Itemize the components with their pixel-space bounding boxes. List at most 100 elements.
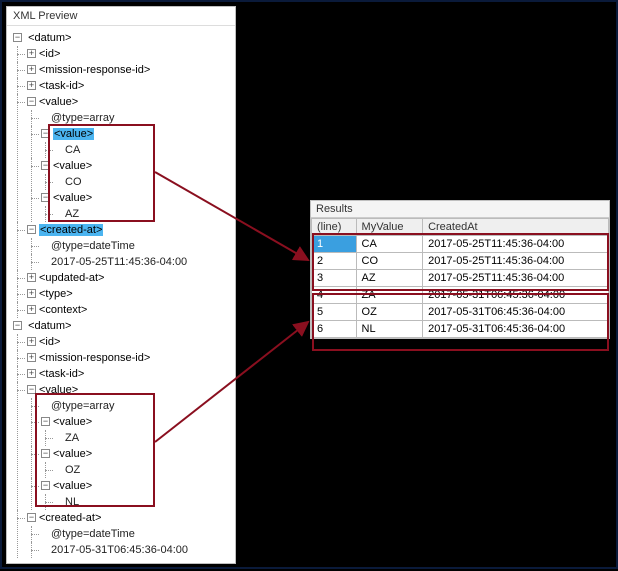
cell-myvalue: OZ — [356, 304, 423, 321]
tree-node-created-at[interactable]: <created-at> @type=dateTime 2017-05-31T0… — [27, 510, 233, 558]
tree-text[interactable]: OZ — [55, 462, 233, 478]
expand-icon[interactable] — [27, 353, 36, 362]
text-value: AZ — [55, 208, 79, 220]
text-value: CA — [55, 144, 80, 156]
cell-createdat: 2017-05-31T06:45:36-04:00 — [423, 304, 609, 321]
tree-node-value[interactable]: <value> @type=array <value> CA <value> C… — [27, 94, 233, 222]
tree-attr[interactable]: @type=dateTime — [41, 238, 233, 254]
cell-createdat: 2017-05-25T11:45:36-04:00 — [423, 236, 609, 253]
col-myvalue[interactable]: MyValue — [356, 219, 423, 236]
tree-text[interactable]: 2017-05-25T11:45:36-04:00 — [41, 254, 233, 270]
table-row[interactable]: 4 ZA 2017-05-31T06:45:36-04:00 — [312, 287, 609, 304]
tree-node-created-at[interactable]: <created-at> @type=dateTime 2017-05-25T1… — [27, 222, 233, 270]
tag-label: <datum> — [28, 320, 71, 332]
tree-text[interactable]: ZA — [55, 430, 233, 446]
tree-node-datum[interactable]: <datum> <id> <mission-response-id> <task… — [13, 318, 233, 558]
results-panel: Results (line) MyValue CreatedAt 1 CA 20… — [310, 200, 610, 339]
table-header-row: (line) MyValue CreatedAt — [312, 219, 609, 236]
collapse-icon[interactable] — [41, 449, 50, 458]
cell-createdat: 2017-05-25T11:45:36-04:00 — [423, 270, 609, 287]
table-row[interactable]: 2 CO 2017-05-25T11:45:36-04:00 — [312, 253, 609, 270]
collapse-icon[interactable] — [41, 481, 50, 490]
collapse-icon[interactable] — [27, 225, 36, 234]
text-value: CO — [55, 176, 82, 188]
table-row[interactable]: 1 CA 2017-05-25T11:45:36-04:00 — [312, 236, 609, 253]
tag-label-selected: <created-at> — [39, 224, 103, 236]
tree-node-id[interactable]: <id> — [27, 334, 233, 350]
tree-node-inner-value[interactable]: <value> AZ — [41, 190, 233, 222]
tree-text[interactable]: AZ — [55, 206, 233, 222]
collapse-icon[interactable] — [13, 33, 22, 42]
collapse-icon[interactable] — [41, 161, 50, 170]
tree-node-inner-value[interactable]: <value> OZ — [41, 446, 233, 478]
xml-tree[interactable]: <datum> <id> <mission-response-id> <task… — [7, 26, 235, 563]
tree-node-inner-value[interactable]: <value> CA — [41, 126, 233, 158]
tag-label: <value> — [53, 416, 92, 428]
tree-node-inner-value[interactable]: <value> ZA — [41, 414, 233, 446]
tag-label: <updated-at> — [39, 272, 104, 284]
tree-text[interactable]: CA — [55, 142, 233, 158]
tree-attr[interactable]: @type=dateTime — [41, 526, 233, 542]
col-line[interactable]: (line) — [312, 219, 357, 236]
tree-node-value[interactable]: <value> @type=array <value> ZA <value> O… — [27, 382, 233, 510]
tree-node-type[interactable]: <type> — [27, 286, 233, 302]
tree-attr[interactable]: @type=array — [41, 110, 233, 126]
col-createdat[interactable]: CreatedAt — [423, 219, 609, 236]
tree-node-inner-value[interactable]: <value> CO — [41, 158, 233, 190]
expand-icon[interactable] — [27, 81, 36, 90]
results-table[interactable]: (line) MyValue CreatedAt 1 CA 2017-05-25… — [311, 218, 609, 338]
tree-attr[interactable]: @type=array — [41, 398, 233, 414]
tag-label: <mission-response-id> — [39, 352, 150, 364]
xml-preview-panel: XML Preview <datum> <id> <mission-respon… — [6, 6, 236, 564]
expand-icon[interactable] — [27, 273, 36, 282]
tree-node-mission[interactable]: <mission-response-id> — [27, 350, 233, 366]
cell-myvalue: ZA — [356, 287, 423, 304]
collapse-icon[interactable] — [27, 97, 36, 106]
tree-node-task[interactable]: <task-id> — [27, 366, 233, 382]
tree-text[interactable]: CO — [55, 174, 233, 190]
collapse-icon[interactable] — [41, 417, 50, 426]
tree-text[interactable]: 2017-05-31T06:45:36-04:00 — [41, 542, 233, 558]
tree-node-mission[interactable]: <mission-response-id> — [27, 62, 233, 78]
expand-icon[interactable] — [27, 305, 36, 314]
expand-icon[interactable] — [27, 65, 36, 74]
cell-line: 3 — [312, 270, 357, 287]
tag-label: <value> — [39, 96, 78, 108]
expand-icon[interactable] — [27, 337, 36, 346]
tree-node-context[interactable]: <context> — [27, 302, 233, 318]
tag-label: <context> — [39, 304, 87, 316]
tag-label: <value> — [39, 384, 78, 396]
collapse-icon[interactable] — [27, 385, 36, 394]
text-value: OZ — [55, 464, 80, 476]
tag-label: <value> — [53, 160, 92, 172]
cell-line: 1 — [312, 236, 357, 253]
tree-text[interactable]: NL — [55, 494, 233, 510]
cell-line: 2 — [312, 253, 357, 270]
collapse-icon[interactable] — [41, 193, 50, 202]
attr-label: @type=dateTime — [41, 528, 135, 540]
tree-node-datum[interactable]: <datum> <id> <mission-response-id> <task… — [13, 30, 233, 318]
table-row[interactable]: 5 OZ 2017-05-31T06:45:36-04:00 — [312, 304, 609, 321]
text-value: NL — [55, 496, 79, 508]
collapse-icon[interactable] — [13, 321, 22, 330]
cell-myvalue: CA — [356, 236, 423, 253]
expand-icon[interactable] — [27, 369, 36, 378]
tag-label: <datum> — [28, 32, 71, 44]
tree-node-inner-value[interactable]: <value> NL — [41, 478, 233, 510]
attr-label: @type=array — [41, 400, 114, 412]
results-title: Results — [311, 201, 609, 218]
tree-node-updated-at[interactable]: <updated-at> — [27, 270, 233, 286]
tree-node-task[interactable]: <task-id> — [27, 78, 233, 94]
expand-icon[interactable] — [27, 289, 36, 298]
table-row[interactable]: 6 NL 2017-05-31T06:45:36-04:00 — [312, 321, 609, 338]
attr-label: @type=array — [41, 112, 114, 124]
xml-preview-title: XML Preview — [7, 7, 235, 26]
cell-line: 4 — [312, 287, 357, 304]
tag-label: <value> — [53, 192, 92, 204]
collapse-icon[interactable] — [27, 513, 36, 522]
tree-node-id[interactable]: <id> — [27, 46, 233, 62]
expand-icon[interactable] — [27, 49, 36, 58]
collapse-icon[interactable] — [41, 129, 50, 138]
table-row[interactable]: 3 AZ 2017-05-25T11:45:36-04:00 — [312, 270, 609, 287]
text-value: 2017-05-31T06:45:36-04:00 — [41, 544, 188, 556]
